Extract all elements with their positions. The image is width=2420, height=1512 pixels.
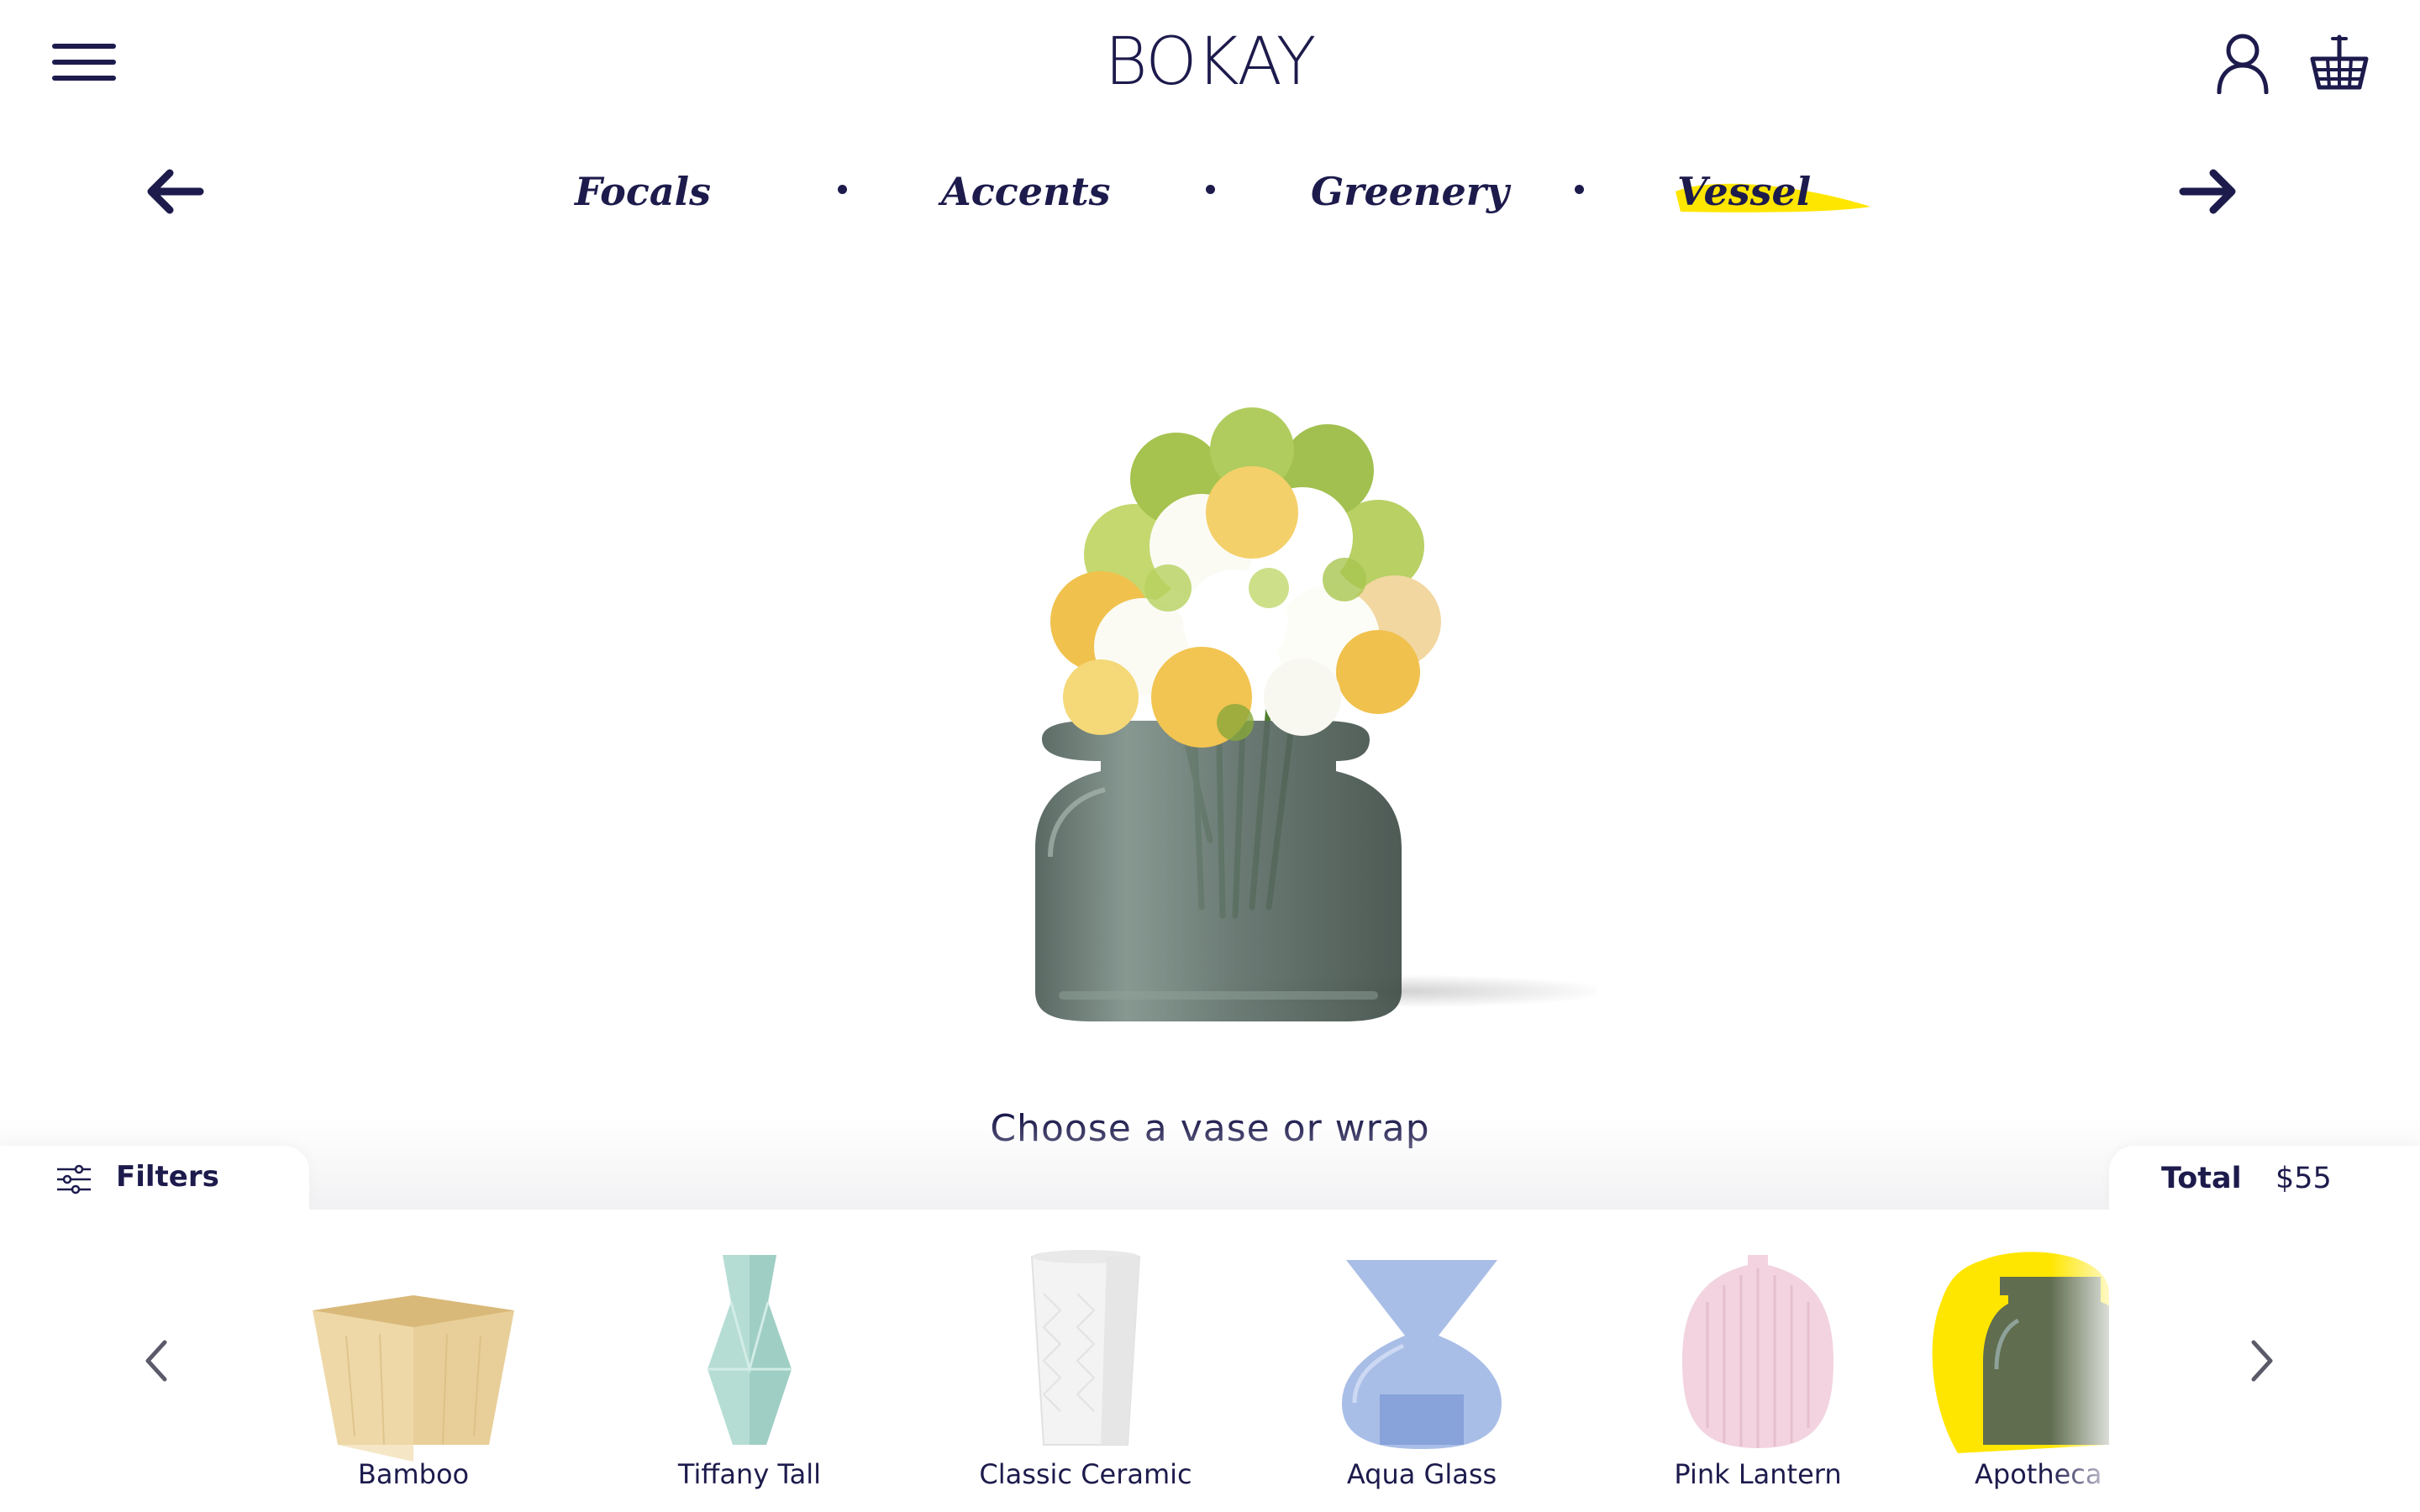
vessel-item-bamboo[interactable]: Bamboo xyxy=(287,1243,539,1512)
vessel-item-pink-lantern[interactable]: Pink Lantern xyxy=(1632,1243,1884,1512)
user-icon[interactable] xyxy=(2215,32,2270,94)
arrow-right-icon[interactable] xyxy=(2178,166,2238,217)
carousel-top-fade xyxy=(0,1117,2420,1210)
vessel-label: Pink Lantern xyxy=(1674,1458,1842,1490)
total-panel xyxy=(2109,1146,2420,1210)
pink-lantern-vase-image xyxy=(1682,1255,1833,1448)
aqua-glass-vase-image xyxy=(1342,1260,1502,1449)
step-focals[interactable]: Focals xyxy=(575,160,711,223)
brand-logo[interactable]: BOKAY xyxy=(1042,24,1378,101)
chevron-left-icon[interactable] xyxy=(139,1336,173,1386)
step-accents[interactable]: Accents xyxy=(941,160,1111,223)
tiffany-tall-vase-image xyxy=(708,1255,792,1445)
filters-label[interactable]: Filters xyxy=(116,1158,219,1196)
vessel-label: Aqua Glass xyxy=(1346,1458,1497,1490)
step-separator-dot xyxy=(1575,185,1584,194)
vessel-label: Classic Ceramic xyxy=(979,1458,1192,1490)
step-separator-dot xyxy=(838,185,847,194)
chevron-right-icon[interactable] xyxy=(2245,1336,2279,1386)
total-value: $55 xyxy=(2275,1162,2332,1195)
vessel-item-classic-ceramic[interactable]: Classic Ceramic xyxy=(960,1243,1212,1512)
vessel-label: Bamboo xyxy=(357,1458,470,1490)
step-vessel[interactable]: Vessel xyxy=(1677,160,1811,223)
total-label: Total xyxy=(2161,1162,2242,1195)
classic-ceramic-vase-image xyxy=(1030,1250,1141,1446)
bamboo-vase-image xyxy=(313,1295,514,1462)
arrow-left-icon[interactable] xyxy=(145,166,205,217)
hamburger-menu-icon[interactable] xyxy=(52,44,116,81)
bouquet-preview-image xyxy=(1035,407,1597,1021)
vessel-item-tiffany-tall[interactable]: Tiffany Tall xyxy=(623,1243,876,1512)
step-separator-dot xyxy=(1206,185,1215,194)
vessel-item-aqua-glass[interactable]: Aqua Glass xyxy=(1296,1243,1548,1512)
step-greenery[interactable]: Greenery xyxy=(1311,160,1509,223)
basket-icon[interactable] xyxy=(2309,32,2370,92)
vessel-label: Tiffany Tall xyxy=(677,1458,822,1490)
carousel-right-fade xyxy=(2050,1226,2126,1512)
sliders-icon[interactable] xyxy=(55,1164,92,1194)
